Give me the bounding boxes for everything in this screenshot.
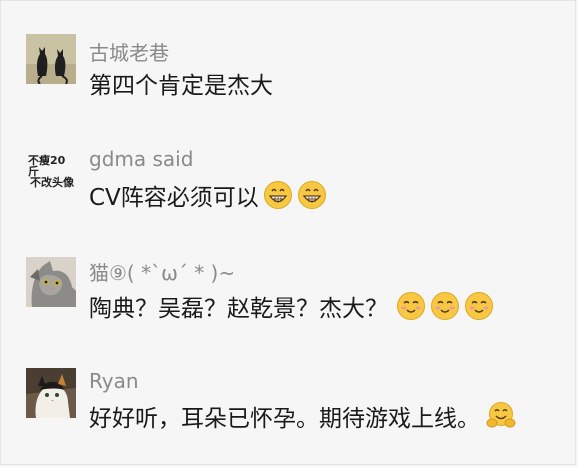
smiling-face-icon xyxy=(464,291,494,321)
comment-text-content: 第四个肯定是杰大 xyxy=(89,73,273,99)
comment-text-content: 好好听，耳朵已怀孕。期待游戏上线。 xyxy=(89,406,480,432)
comment-item: 古城老巷 第四个肯定是杰大 xyxy=(1,1,577,111)
avatar-text-line2: 不改头像 xyxy=(30,176,74,189)
comment-author[interactable]: 古城老巷 xyxy=(89,37,169,66)
smiling-face-icon xyxy=(430,291,460,321)
comment-item: 不瘦20斤 不改头像 gdma said CV阵容必须可以 xyxy=(1,111,577,221)
grinning-face-icon xyxy=(297,180,327,210)
comment-list: 古城老巷 第四个肯定是杰大 不瘦20斤 不改头像 gdma said CV阵容必… xyxy=(0,0,576,465)
text-avatar[interactable]: 不瘦20斤 不改头像 xyxy=(26,148,76,198)
comment-text-content: 陶典？吴磊？赵乾景？杰大？ xyxy=(89,296,388,322)
hug-face-icon xyxy=(486,401,516,431)
comment-text-content: CV阵容必须可以 xyxy=(89,185,259,211)
gray-cat-avatar[interactable] xyxy=(26,257,76,307)
smiling-face-icon xyxy=(396,291,426,321)
comment-text: 第四个肯定是杰大 xyxy=(89,67,273,99)
calico-cat-avatar[interactable] xyxy=(26,368,76,418)
comment-author[interactable]: gdma said xyxy=(89,147,193,171)
grinning-face-icon xyxy=(263,180,293,210)
comment-item: 猫⑨( *`ω´ * )~ 陶典？吴磊？赵乾景？杰大？ xyxy=(1,221,577,346)
comment-text: 陶典？吴磊？赵乾景？杰大？ xyxy=(89,289,494,323)
comment-item: Ryan 好好听，耳朵已怀孕。期待游戏上线。 xyxy=(1,346,577,466)
comment-text: 好好听，耳朵已怀孕。期待游戏上线。 xyxy=(89,399,516,433)
comment-author[interactable]: Ryan xyxy=(89,369,139,393)
avatar-text-line1: 不瘦20斤 xyxy=(28,154,66,178)
comment-author[interactable]: 猫⑨( *`ω´ * )~ xyxy=(89,257,235,286)
comment-text: CV阵容必须可以 xyxy=(89,178,327,212)
two-cats-silhouette-avatar[interactable] xyxy=(26,34,76,84)
